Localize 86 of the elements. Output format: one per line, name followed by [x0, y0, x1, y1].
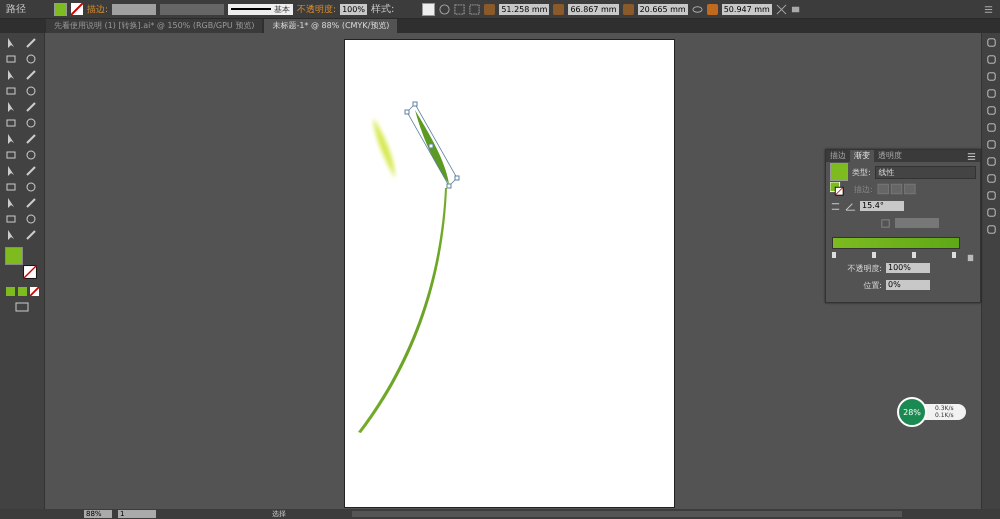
transform-icon[interactable] — [776, 4, 787, 14]
tool-icon[interactable] — [25, 213, 37, 225]
document-tab[interactable]: 先看使用说明 (1) [转换].ai* @ 150% (RGB/GPU 预览) — [46, 19, 262, 33]
panel-icon[interactable] — [986, 105, 996, 116]
type-label: 类型: — [852, 166, 871, 178]
type-dropdown[interactable]: 线性 — [874, 166, 976, 178]
fill-swatch[interactable] — [54, 2, 67, 16]
tool-icon[interactable] — [5, 181, 17, 193]
tool-icon[interactable] — [25, 37, 37, 49]
menu-icon[interactable] — [983, 4, 994, 14]
panel-tab[interactable]: 透明度 — [874, 150, 906, 162]
width-field[interactable]: 20.665 mm — [638, 4, 688, 14]
x-field[interactable]: 51.258 mm — [499, 4, 550, 14]
tool-icon[interactable] — [5, 69, 17, 81]
tool-icon[interactable] — [25, 117, 37, 129]
tool-icon[interactable] — [25, 53, 37, 65]
aspect-ratio-field[interactable] — [895, 218, 939, 228]
stroke-gradient-buttons-icon — [876, 183, 917, 195]
tool-icon[interactable] — [5, 149, 17, 161]
stroke-weight-field[interactable] — [112, 4, 156, 14]
stroke-none-swatch-icon[interactable] — [71, 3, 83, 15]
tool-icon[interactable] — [5, 197, 17, 209]
panel-icon[interactable] — [986, 173, 996, 184]
panel-icon[interactable] — [986, 190, 996, 201]
tool-icon[interactable] — [25, 133, 37, 145]
panel-icon[interactable] — [986, 224, 996, 235]
opacity-field[interactable]: 100% — [340, 4, 367, 14]
cpu-usage-badge: 28% — [897, 397, 927, 427]
reference-point-icon[interactable] — [469, 4, 480, 14]
panel-menu-icon[interactable] — [966, 150, 977, 162]
color-mode-button[interactable] — [6, 287, 14, 296]
fill-stroke-icon[interactable] — [830, 182, 844, 196]
panel-icon[interactable] — [986, 37, 996, 48]
panel-icon[interactable] — [986, 88, 996, 99]
variable-width-field[interactable] — [160, 4, 224, 14]
tool-icon[interactable] — [25, 197, 37, 209]
brush-dropdown[interactable]: 基本 — [228, 4, 294, 14]
panel-icon[interactable] — [986, 139, 996, 150]
location-field[interactable]: 0% — [886, 280, 930, 290]
panel-icon[interactable] — [986, 156, 996, 167]
tool-icon[interactable] — [25, 149, 37, 161]
y-field[interactable]: 66.867 mm — [568, 4, 619, 14]
panel-icon[interactable] — [986, 122, 996, 133]
tool-icon[interactable] — [5, 229, 17, 241]
stroke-label: 描边: — [87, 4, 108, 16]
height-field[interactable]: 50.947 mm — [722, 4, 772, 14]
stroke-none-swatch-icon[interactable] — [23, 265, 37, 279]
style-swatch[interactable] — [422, 2, 436, 16]
panel-icon[interactable] — [986, 207, 996, 218]
tool-icon[interactable] — [25, 181, 37, 193]
gradient-mode-button[interactable] — [18, 287, 26, 296]
location-label: 位置: — [863, 280, 882, 290]
tool-icon[interactable] — [25, 69, 37, 81]
tool-icon[interactable] — [5, 37, 17, 49]
style-label: 样式: — [370, 2, 394, 16]
opacity-label: 不透明度: — [847, 262, 882, 274]
tool-icon[interactable] — [5, 117, 17, 129]
tool-icon[interactable] — [25, 165, 37, 177]
screen-mode-icon[interactable] — [15, 302, 29, 312]
stroke-line-icon — [231, 7, 272, 11]
opacity-field[interactable]: 100% — [886, 263, 930, 273]
panel-icon[interactable] — [986, 54, 996, 65]
tool-icon[interactable] — [5, 165, 17, 177]
angle-icon — [845, 200, 856, 212]
selected-leaf[interactable] — [404, 102, 460, 188]
document-tab[interactable]: 未标题-1* @ 88% (CMYK/预览) — [264, 19, 398, 33]
panel-icon[interactable] — [986, 71, 996, 82]
tool-icon[interactable] — [5, 85, 17, 97]
tool-icon[interactable] — [25, 85, 37, 97]
tool-icon[interactable] — [25, 229, 37, 241]
tool-icon[interactable] — [5, 213, 17, 225]
tool-icon[interactable] — [5, 53, 17, 65]
fill-color-swatch[interactable] — [5, 247, 23, 265]
grid-icon[interactable] — [454, 4, 466, 14]
object-type-label: 路径 — [6, 3, 26, 16]
panel-tab[interactable]: 渐变 — [850, 150, 874, 162]
panel-tab[interactable]: 描边 — [826, 150, 850, 162]
opacity-label: 不透明度: — [297, 4, 336, 16]
angle-field[interactable]: 15.4° — [860, 201, 904, 211]
tool-icon[interactable] — [5, 101, 17, 113]
tool-icon[interactable] — [25, 101, 37, 113]
horizontal-scrollbar[interactable] — [352, 511, 902, 517]
tool-icon[interactable] — [5, 133, 17, 145]
none-mode-icon[interactable] — [30, 287, 38, 296]
aspect-ratio-icon — [880, 218, 891, 228]
blurred-leaf — [373, 118, 395, 178]
